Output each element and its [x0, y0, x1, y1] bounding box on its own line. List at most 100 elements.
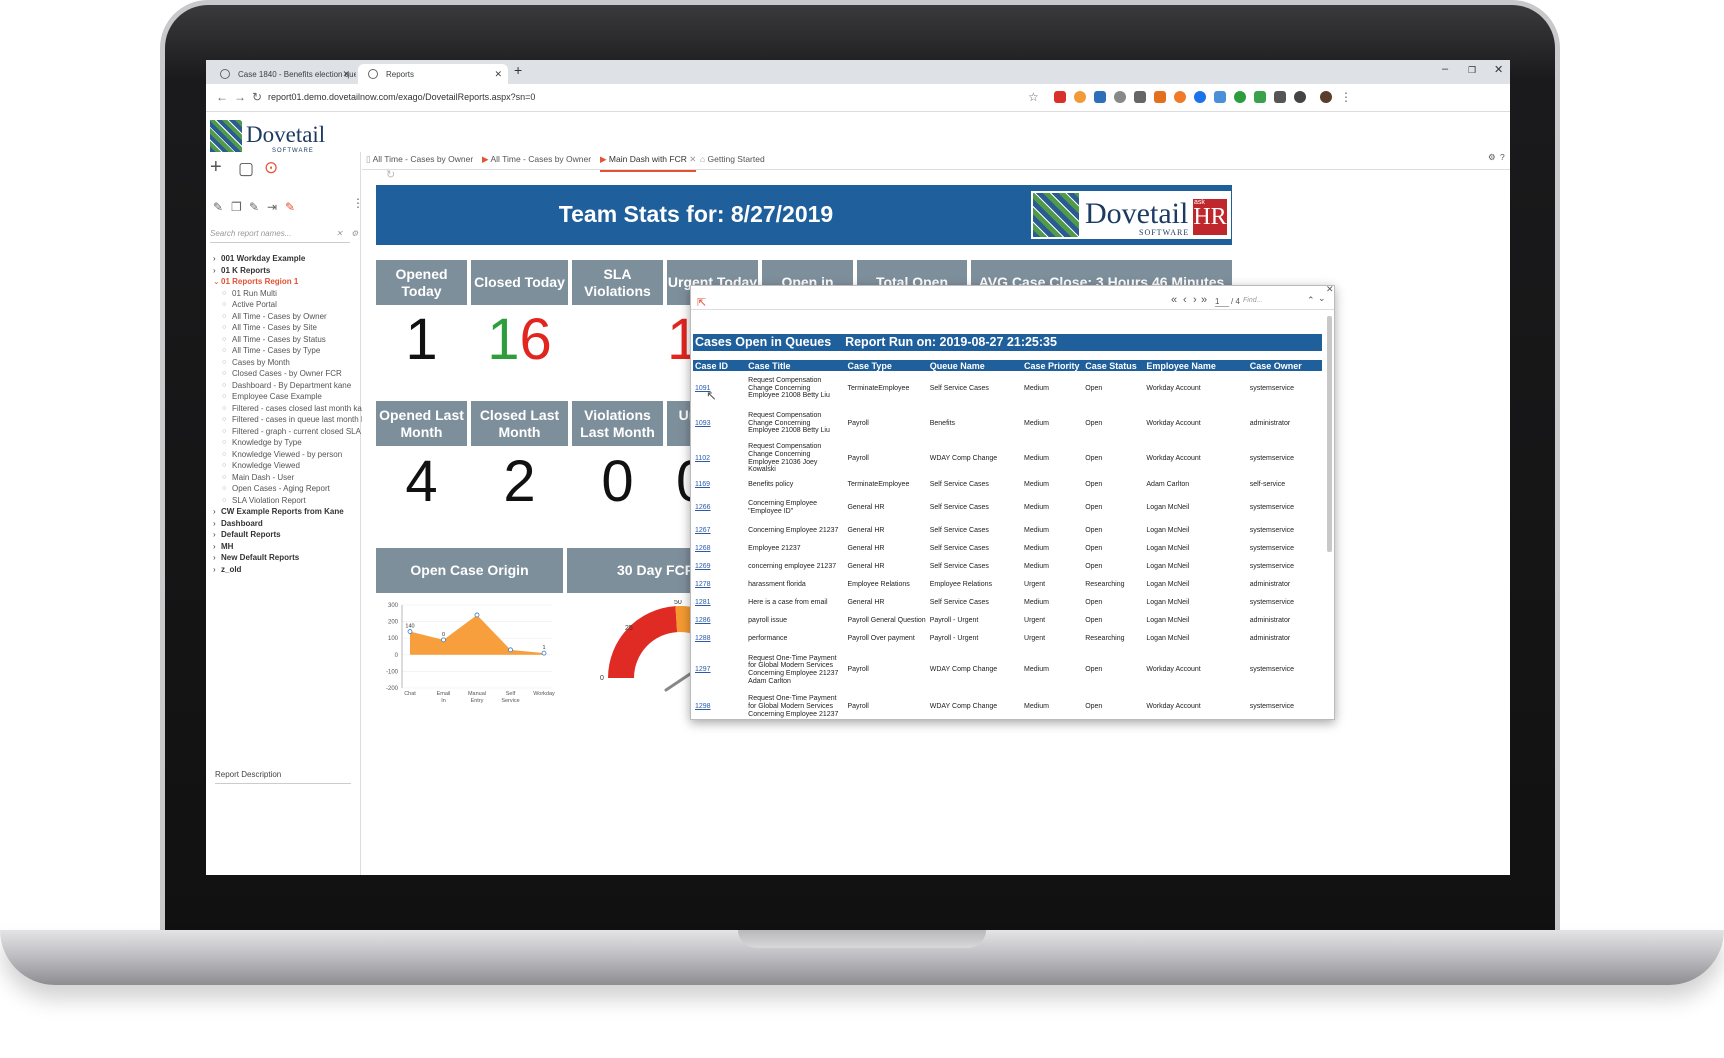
tree-report-item[interactable]: Employee Case Example: [212, 391, 362, 403]
extension-icon[interactable]: [1114, 91, 1126, 103]
forward-icon[interactable]: →: [234, 90, 246, 104]
extension-icon[interactable]: [1234, 91, 1246, 103]
tree-folder-item[interactable]: Default Reports: [212, 529, 362, 541]
tab-getting-started[interactable]: ⌂ Getting Started: [700, 154, 765, 164]
extension-icon[interactable]: [1214, 91, 1226, 103]
close-icon[interactable]: ✕: [342, 69, 350, 80]
help-icon[interactable]: ?: [1500, 152, 1505, 162]
case-id-link[interactable]: 1266: [693, 494, 746, 522]
vertical-scrollbar[interactable]: [1327, 316, 1332, 552]
tree-folder-item[interactable]: MH: [212, 541, 362, 553]
refresh-icon[interactable]: ↻: [386, 168, 395, 181]
extension-icon[interactable]: [1054, 91, 1066, 103]
close-icon[interactable]: ✕: [689, 154, 696, 164]
extension-icon[interactable]: [1074, 91, 1086, 103]
export-icon[interactable]: ⇱: [697, 296, 706, 309]
tree-folder-item[interactable]: 001 Workday Example: [212, 253, 362, 265]
bookmark-star-icon[interactable]: ☆: [1028, 90, 1039, 104]
clear-search-icon[interactable]: ✕: [336, 229, 343, 238]
extension-icon[interactable]: [1094, 91, 1106, 103]
tree-folder-item[interactable]: 01 K Reports: [212, 265, 362, 277]
case-id-link[interactable]: 1297: [693, 648, 746, 692]
case-id-link[interactable]: 1281: [693, 594, 746, 612]
extension-icon[interactable]: [1254, 91, 1266, 103]
next-page-icon[interactable]: ›: [1193, 294, 1197, 306]
column-header[interactable]: Case Title: [746, 360, 846, 371]
tab-all-time-cases-by-owner[interactable]: ▯ All Time - Cases by Owner: [366, 154, 473, 165]
report-search-input[interactable]: Search report names... ✕ ⚙: [210, 229, 358, 243]
case-id-link[interactable]: 1091: [693, 371, 746, 406]
extension-icon[interactable]: [1194, 91, 1206, 103]
avatar[interactable]: [1320, 91, 1332, 103]
tree-report-item[interactable]: Knowledge Viewed - by person: [212, 449, 362, 461]
case-id-link[interactable]: 1298: [693, 692, 746, 719]
copy-report-icon[interactable]: ❐: [231, 200, 242, 214]
url-field[interactable]: report01.demo.dovetailnow.com/exago/Dove…: [268, 92, 535, 102]
tree-report-item[interactable]: Filtered - graph - current closed SLA % …: [212, 426, 362, 438]
case-id-link[interactable]: 1278: [693, 576, 746, 594]
case-id-link[interactable]: 1093: [693, 406, 746, 441]
tree-report-item[interactable]: All Time - Cases by Status: [212, 334, 362, 346]
tree-report-item[interactable]: Cases by Month: [212, 357, 362, 369]
tree-report-item[interactable]: Knowledge by Type: [212, 437, 362, 449]
export-report-icon[interactable]: ⇥: [267, 200, 277, 214]
column-header[interactable]: Case Owner: [1247, 360, 1322, 371]
tree-folder-item[interactable]: 01 Reports Region 1: [212, 276, 362, 288]
new-tab-icon[interactable]: +: [514, 62, 522, 78]
run-icon[interactable]: ⊙: [264, 158, 278, 178]
tree-report-item[interactable]: All Time - Cases by Owner: [212, 311, 362, 323]
extension-icon[interactable]: [1174, 91, 1186, 103]
extension-icon[interactable]: [1134, 91, 1146, 103]
tree-report-item[interactable]: Main Dash - User: [212, 472, 362, 484]
rename-report-icon[interactable]: ✎: [249, 200, 259, 214]
prev-page-icon[interactable]: ‹: [1183, 294, 1187, 306]
tree-report-item[interactable]: Filtered - cases closed last month kane: [212, 403, 362, 415]
tree-folder-item[interactable]: z_old: [212, 564, 362, 576]
case-id-link[interactable]: 1286: [693, 612, 746, 630]
tree-report-item[interactable]: Filtered - cases in queue last month kan: [212, 414, 362, 426]
tree-report-item[interactable]: 01 Run Multi: [212, 288, 362, 300]
tree-report-item[interactable]: Closed Cases - by Owner FCR: [212, 368, 362, 380]
close-icon[interactable]: ✕: [1326, 286, 1334, 295]
new-report-icon[interactable]: +: [210, 156, 222, 179]
schedule-report-icon[interactable]: ✎: [285, 200, 295, 214]
tree-report-item[interactable]: Dashboard - By Department kane: [212, 380, 362, 392]
restore-icon[interactable]: ❐: [1468, 65, 1476, 76]
close-icon[interactable]: ✕: [494, 69, 502, 80]
tree-report-item[interactable]: Open Cases - Aging Report: [212, 483, 362, 495]
column-header[interactable]: Case ID: [693, 360, 747, 371]
browser-tab-case[interactable]: Case 1840 - Benefits election que ✕: [210, 64, 356, 84]
browser-tab-reports[interactable]: Reports ✕: [358, 64, 508, 84]
extension-icon[interactable]: [1154, 91, 1166, 103]
extension-icon[interactable]: [1294, 91, 1306, 103]
tree-folder-item[interactable]: New Default Reports: [212, 552, 362, 564]
tree-report-item[interactable]: Active Portal: [212, 299, 362, 311]
case-id-link[interactable]: 1288: [693, 630, 746, 648]
case-id-link[interactable]: 1169: [693, 476, 746, 494]
tree-report-item[interactable]: SLA Violation Report: [212, 495, 362, 507]
find-input[interactable]: Find...: [1243, 297, 1303, 304]
settings-icon[interactable]: ⚙: [351, 229, 358, 238]
column-header[interactable]: Case Status: [1083, 360, 1145, 371]
case-id-link[interactable]: 1102: [693, 441, 746, 476]
extension-icon[interactable]: [1274, 91, 1286, 103]
find-next-icon[interactable]: ⌄: [1318, 293, 1326, 304]
sidebar-kebab-icon[interactable]: ⋮: [352, 196, 364, 210]
tree-report-item[interactable]: Knowledge Viewed: [212, 460, 362, 472]
case-id-link[interactable]: 1268: [693, 540, 746, 558]
reload-icon[interactable]: ↻: [252, 90, 262, 104]
folder-icon[interactable]: ▢: [238, 159, 254, 179]
page-number-input[interactable]: 1: [1215, 297, 1229, 307]
find-prev-icon[interactable]: ⌃: [1307, 295, 1315, 306]
menu-kebab-icon[interactable]: ⋮: [1340, 90, 1352, 104]
tree-report-item[interactable]: All Time - Cases by Type: [212, 345, 362, 357]
tree-report-item[interactable]: All Time - Cases by Site: [212, 322, 362, 334]
minimize-icon[interactable]: –: [1442, 63, 1448, 75]
edit-report-icon[interactable]: ✎: [213, 200, 223, 214]
tab-main-dash-with-fcr[interactable]: ▶ Main Dash with FCR ✕: [600, 154, 697, 172]
settings-icon[interactable]: ⚙: [1488, 152, 1496, 163]
column-header[interactable]: Employee Name: [1144, 360, 1248, 371]
column-header[interactable]: Case Type: [845, 360, 928, 371]
tree-folder-item[interactable]: Dashboard: [212, 518, 362, 530]
window-close-icon[interactable]: ✕: [1494, 63, 1503, 76]
